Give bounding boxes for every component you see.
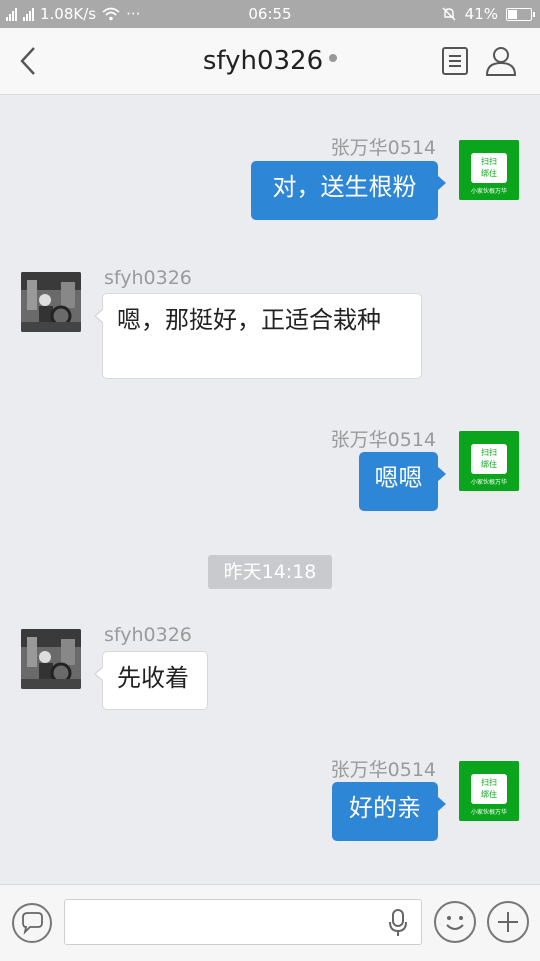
message-bubble-received[interactable]: 嗯，那挺好，正适合栽种: [94, 293, 422, 379]
more-actions-button[interactable]: [487, 901, 529, 943]
chat-record-icon[interactable]: [440, 46, 470, 76]
avatar-text-3: 小家伙根万华: [471, 187, 507, 195]
microphone-icon[interactable]: [387, 908, 409, 938]
logo-avatar-image: 扫扫 绑住 小家伙根万华: [459, 140, 519, 200]
message-bubble-received[interactable]: 先收着: [94, 651, 208, 710]
message-bubble-sent[interactable]: 好的亲: [332, 782, 446, 841]
logo-avatar-image: 扫扫 绑住 小家伙根万华: [459, 761, 519, 821]
online-status-dot: [329, 53, 338, 62]
mute-bell-icon: [442, 7, 456, 21]
avatar-text-2: 绑住: [481, 168, 497, 178]
emoji-button[interactable]: [434, 901, 476, 943]
chat-mode-button[interactable]: [12, 903, 52, 943]
contact-avatar[interactable]: [21, 629, 81, 689]
logo-avatar-image: 扫扫 绑住 小家伙根万华: [459, 431, 519, 491]
avatar-text-1: 扫扫: [481, 156, 497, 166]
avatar-text-2: 绑住: [481, 459, 497, 469]
message-bubble-sent[interactable]: 嗯嗯: [359, 452, 446, 511]
chat-title: sfyh0326: [202, 46, 324, 76]
user-profile-icon[interactable]: [484, 44, 518, 78]
avatar-text-3: 小家伙根万华: [471, 478, 507, 486]
input-bar: [0, 884, 540, 961]
battery-percent: 41%: [464, 5, 498, 23]
message-input[interactable]: [64, 899, 422, 945]
photo-avatar-image: [21, 272, 81, 332]
avatar-text-2: 绑住: [481, 789, 497, 799]
my-avatar[interactable]: 扫扫 绑住 小家伙根万华: [459, 140, 519, 200]
sender-name: 张万华0514: [330, 137, 436, 159]
avatar-text-1: 扫扫: [481, 777, 497, 787]
message-bubble-sent[interactable]: 对，送生根粉: [251, 161, 446, 220]
sender-name: sfyh0326: [104, 267, 192, 289]
sender-name: 张万华0514: [330, 759, 436, 781]
sender-name: sfyh0326: [104, 624, 192, 646]
photo-avatar-image: [21, 629, 81, 689]
avatar-text-3: 小家伙根万华: [471, 808, 507, 816]
contact-avatar[interactable]: [21, 272, 81, 332]
plus-icon: [498, 912, 518, 932]
battery-icon: [506, 7, 535, 21]
my-avatar[interactable]: 扫扫 绑住 小家伙根万华: [459, 431, 519, 491]
speech-bubble-icon: [22, 912, 43, 935]
status-bar: 1.08K/s ··· 06:55 41%: [0, 0, 540, 28]
sender-name: 张万华0514: [330, 429, 436, 451]
smiley-icon: [446, 916, 464, 930]
avatar-text-1: 扫扫: [481, 447, 497, 457]
timestamp-divider: 昨天14:18: [208, 555, 332, 589]
chat-header: sfyh0326: [0, 28, 540, 95]
my-avatar[interactable]: 扫扫 绑住 小家伙根万华: [459, 761, 519, 821]
